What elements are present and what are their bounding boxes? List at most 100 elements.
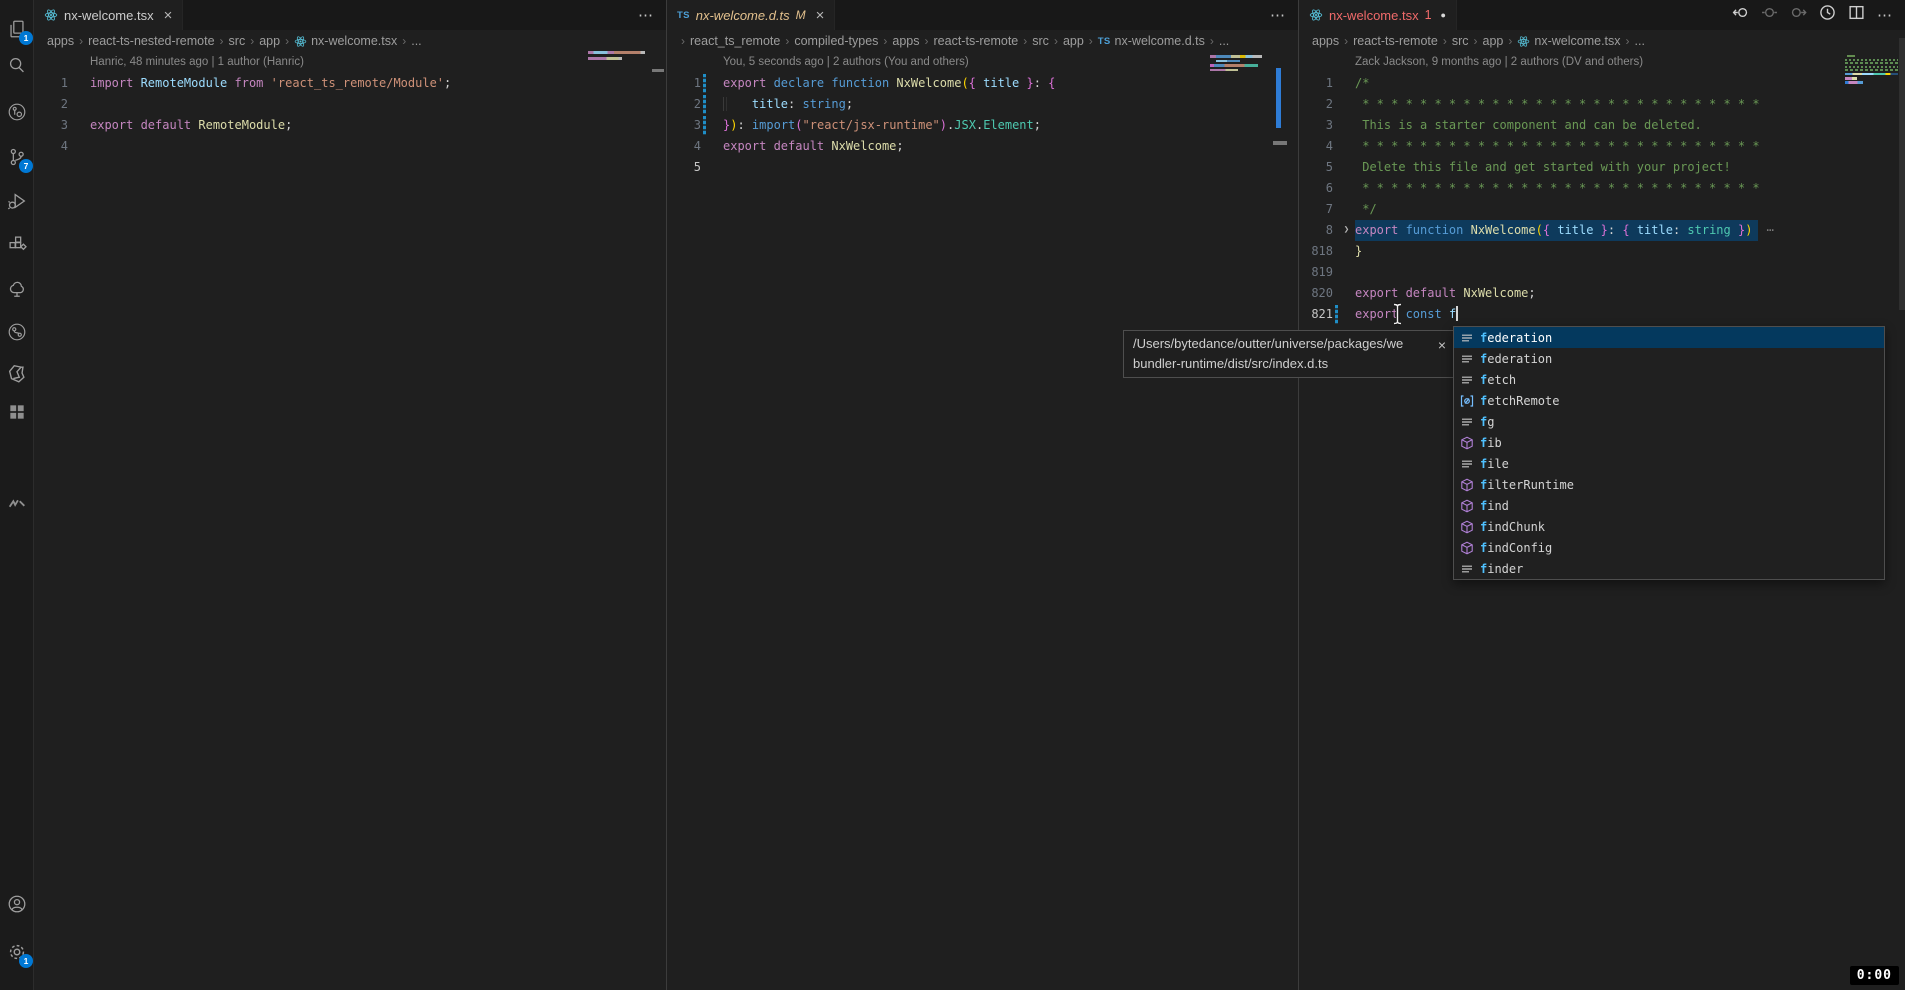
code-line[interactable]: 818}	[1299, 241, 1905, 262]
gitlens-codelens[interactable]: You, 5 seconds ago | 2 authors (You and …	[667, 52, 1298, 73]
minimap[interactable]	[1216, 60, 1240, 63]
explorer-icon[interactable]: 1	[3, 15, 30, 42]
code-line[interactable]: 1/*	[1299, 73, 1905, 94]
extensions-icon[interactable]	[3, 230, 30, 257]
code-editor[interactable]: Zack Jackson, 9 months ago | 2 authors (…	[1299, 52, 1905, 325]
code-line[interactable]: 5 Delete this file and get started with …	[1299, 157, 1905, 178]
suggestion-fib[interactable]: fib	[1454, 432, 1884, 453]
code-line[interactable]: 2	[34, 94, 666, 115]
tab-nx-welcome-tsx-errored[interactable]: nx-welcome.tsx 1 ●	[1299, 0, 1457, 30]
minimap[interactable]	[1845, 73, 1898, 76]
breadcrumb-item[interactable]: compiled-types	[794, 34, 878, 48]
code-line[interactable]: 2 * * * * * * * * * * * * * * * * * * * …	[1299, 94, 1905, 115]
code-line[interactable]: 5	[667, 157, 1298, 178]
breadcrumb-item[interactable]: react-ts-nested-remote	[88, 34, 214, 48]
code-line[interactable]: 4export default NxWelcome;	[667, 136, 1298, 157]
minimap[interactable]	[1845, 66, 1898, 68]
run-debug-icon[interactable]	[3, 187, 30, 214]
code-line[interactable]: 4	[34, 136, 666, 157]
suggestion-file[interactable]: file	[1454, 453, 1884, 474]
previous-change-icon[interactable]	[1732, 4, 1749, 26]
next-change-icon[interactable]	[1790, 4, 1807, 26]
breadcrumb-item[interactable]: apps	[892, 34, 919, 48]
minimap[interactable]	[588, 51, 645, 54]
git-graph-icon[interactable]	[3, 318, 30, 345]
gitlens-codelens[interactable]: Hanric, 48 minutes ago | 1 author (Hanri…	[34, 52, 666, 73]
breadcrumb-item[interactable]: app	[259, 34, 280, 48]
breadcrumb[interactable]: ›react_ts_remote›compiled-types›apps›rea…	[667, 30, 1298, 52]
timeline-icon[interactable]	[1819, 4, 1836, 26]
minimap[interactable]	[1847, 55, 1855, 57]
breadcrumb-file[interactable]: nx-welcome.d.ts	[1115, 34, 1205, 48]
more-actions-icon[interactable]: ⋯	[1877, 6, 1893, 24]
search-icon[interactable]	[3, 51, 30, 78]
editor-group-divider[interactable]	[666, 0, 667, 990]
breadcrumb-item[interactable]: src	[1452, 34, 1469, 48]
minimap[interactable]	[1845, 69, 1898, 71]
breadcrumb-item[interactable]: apps	[1312, 34, 1339, 48]
breadcrumb-symbol-trail[interactable]: ...	[1635, 34, 1645, 48]
accounts-icon[interactable]	[3, 890, 30, 917]
code-line[interactable]: 8❯export function NxWelcome({ title }: {…	[1299, 220, 1905, 241]
folded-region-ellipsis[interactable]: ⋯	[1766, 223, 1773, 237]
code-line[interactable]: 4 * * * * * * * * * * * * * * * * * * * …	[1299, 136, 1905, 157]
breadcrumb-item[interactable]: react-ts-remote	[1353, 34, 1438, 48]
more-actions-icon[interactable]: ⋯	[1270, 6, 1286, 24]
minimap[interactable]	[588, 57, 622, 60]
current-change-icon[interactable]	[1761, 4, 1778, 26]
minimap[interactable]	[1845, 81, 1863, 84]
minimap[interactable]	[1845, 59, 1898, 61]
tab-nx-welcome-tsx[interactable]: nx-welcome.tsx ×	[34, 0, 183, 30]
breadcrumb-item[interactable]: app	[1063, 34, 1084, 48]
code-line[interactable]: 2 title: string;	[667, 94, 1298, 115]
minimap[interactable]	[1845, 77, 1857, 80]
split-editor-icon[interactable]	[1848, 4, 1865, 26]
breadcrumb-item[interactable]: react-ts-remote	[934, 34, 1019, 48]
editor-group-divider[interactable]	[1298, 0, 1299, 990]
suggestion-finder[interactable]: finder	[1454, 558, 1884, 579]
code-editor[interactable]: You, 5 seconds ago | 2 authors (You and …	[667, 52, 1298, 178]
wave-icon[interactable]	[3, 490, 30, 517]
suggestion-federation[interactable]: federation	[1454, 348, 1884, 369]
breadcrumb-item[interactable]: src	[1032, 34, 1049, 48]
code-line[interactable]: 1export declare function NxWelcome({ tit…	[667, 73, 1298, 94]
breadcrumb-file[interactable]: nx-welcome.tsx	[1534, 34, 1620, 48]
code-line[interactable]: 3 This is a starter component and can be…	[1299, 115, 1905, 136]
suggestion-fetch[interactable]: fetch	[1454, 369, 1884, 390]
suggestion-fg[interactable]: fg	[1454, 411, 1884, 432]
breadcrumb[interactable]: apps›react-ts-nested-remote›src›app›nx-w…	[34, 30, 666, 52]
close-icon[interactable]: ×	[164, 8, 173, 23]
suggestion-findConfig[interactable]: findConfig	[1454, 537, 1884, 558]
minimap[interactable]	[1210, 55, 1262, 58]
code-line[interactable]: 3}): import("react/jsx-runtime").JSX.Ele…	[667, 115, 1298, 136]
testing-tree-icon[interactable]	[3, 274, 30, 301]
hexagon-logo-icon[interactable]	[3, 360, 30, 387]
code-line[interactable]: 7 */	[1299, 199, 1905, 220]
settings-gear-icon[interactable]: 1	[3, 938, 30, 965]
minimap[interactable]	[1845, 62, 1898, 64]
code-editor[interactable]: Hanric, 48 minutes ago | 1 author (Hanri…	[34, 52, 666, 157]
breadcrumb-symbol-trail[interactable]: ...	[411, 34, 421, 48]
suggestion-findChunk[interactable]: findChunk	[1454, 516, 1884, 537]
code-line[interactable]: 821export const f	[1299, 304, 1905, 325]
code-line[interactable]: 6 * * * * * * * * * * * * * * * * * * * …	[1299, 178, 1905, 199]
suggestion-federation[interactable]: federation	[1454, 327, 1884, 348]
minimap[interactable]	[1210, 69, 1238, 72]
close-icon[interactable]: ×	[816, 8, 825, 23]
code-line[interactable]: 3export default RemoteModule;	[34, 115, 666, 136]
fold-chevron-icon[interactable]: ❯	[1340, 220, 1353, 241]
code-line[interactable]: 819	[1299, 262, 1905, 283]
breadcrumb-item[interactable]: apps	[47, 34, 74, 48]
breadcrumb-file[interactable]: nx-welcome.tsx	[311, 34, 397, 48]
source-control-icon[interactable]: 7	[3, 143, 30, 170]
suggestion-filterRuntime[interactable]: filterRuntime	[1454, 474, 1884, 495]
breadcrumb-item[interactable]: app	[1483, 34, 1504, 48]
breadcrumb-symbol-trail[interactable]: ...	[1219, 34, 1229, 48]
breadcrumb[interactable]: apps›react-ts-remote›src›app›nx-welcome.…	[1299, 30, 1905, 52]
more-actions-icon[interactable]: ⋯	[638, 6, 654, 24]
gitlens-icon[interactable]	[3, 98, 30, 125]
scrollbar[interactable]	[1899, 38, 1905, 310]
code-line[interactable]: 1import RemoteModule from 'react_ts_remo…	[34, 73, 666, 94]
minimap[interactable]	[1210, 64, 1258, 67]
breadcrumb-item[interactable]: react_ts_remote	[690, 34, 780, 48]
